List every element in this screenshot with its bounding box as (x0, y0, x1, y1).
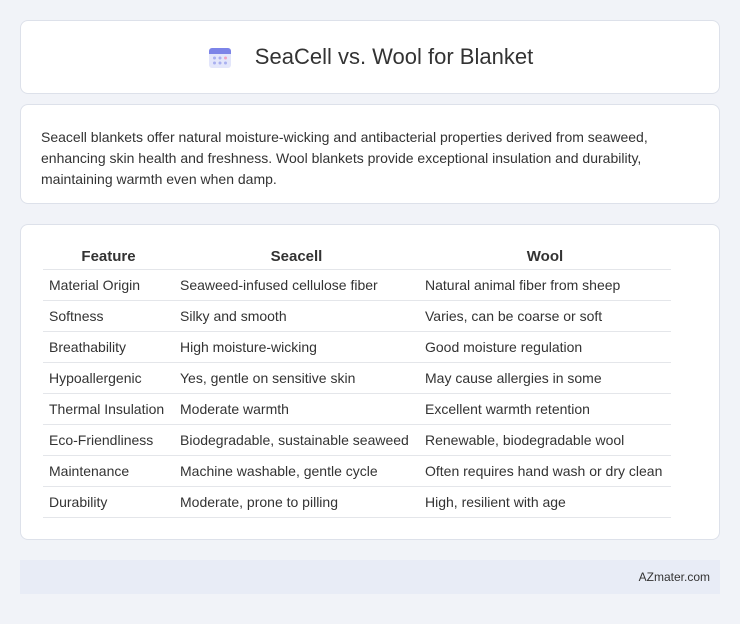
wool-cell: Natural animal fiber from sheep (419, 268, 671, 300)
table-row: Breathability High moisture-wicking Good… (43, 330, 671, 362)
table-row: Thermal Insulation Moderate warmth Excel… (43, 392, 671, 424)
title-card: SeaCell vs. Wool for Blanket (20, 20, 720, 94)
header-wool: Wool (526, 248, 564, 266)
footer-bar: AZmater.com (20, 560, 720, 594)
feature-cell: Softness (43, 299, 174, 331)
seacell-cell: Seaweed-infused cellulose fiber (174, 268, 419, 300)
seacell-cell: Silky and smooth (174, 299, 419, 331)
page-title: SeaCell vs. Wool for Blanket (254, 44, 534, 69)
header-seacell: Seacell (270, 248, 323, 266)
feature-cell: Material Origin (43, 268, 174, 300)
wool-cell: Varies, can be coarse or soft (419, 299, 671, 331)
wool-cell: Excellent warmth retention (419, 392, 671, 424)
feature-cell: Maintenance (43, 454, 174, 486)
seacell-cell: Biodegradable, sustainable seaweed (174, 423, 419, 455)
feature-cell: Hypoallergenic (43, 361, 174, 393)
seacell-cell: Machine washable, gentle cycle (174, 454, 419, 486)
wool-cell: High, resilient with age (419, 485, 671, 518)
comparison-card: Feature Seacell Wool Material Origin Sea… (20, 224, 720, 540)
table-row: Durability Moderate, prone to pilling Hi… (43, 485, 671, 518)
feature-cell: Eco-Friendliness (43, 423, 174, 455)
wool-cell: May cause allergies in some (419, 361, 671, 393)
wool-cell: Often requires hand wash or dry clean (419, 454, 671, 486)
footer-brand: AZmater.com (638, 570, 710, 584)
seacell-cell: High moisture-wicking (174, 330, 419, 362)
seacell-cell: Moderate, prone to pilling (174, 485, 419, 518)
calendar-icon (207, 44, 233, 70)
seacell-cell: Yes, gentle on sensitive skin (174, 361, 419, 393)
table-row: Eco-Friendliness Biodegradable, sustaina… (43, 423, 671, 455)
feature-cell: Breathability (43, 330, 174, 362)
description-text: Seacell blankets offer natural moisture-… (41, 129, 648, 187)
table-row: Softness Silky and smooth Varies, can be… (43, 299, 671, 331)
table-header-row: Feature Seacell Wool (43, 247, 671, 269)
table-row: Hypoallergenic Yes, gentle on sensitive … (43, 361, 671, 393)
feature-cell: Thermal Insulation (43, 392, 174, 424)
comparison-table: Feature Seacell Wool Material Origin Sea… (43, 247, 671, 518)
description-card: Seacell blankets offer natural moisture-… (20, 104, 720, 204)
seacell-cell: Moderate warmth (174, 392, 419, 424)
header-feature: Feature (81, 248, 136, 266)
feature-cell: Durability (43, 485, 174, 518)
wool-cell: Good moisture regulation (419, 330, 671, 362)
wool-cell: Renewable, biodegradable wool (419, 423, 671, 455)
table-row: Maintenance Machine washable, gentle cyc… (43, 454, 671, 486)
table-row: Material Origin Seaweed-infused cellulos… (43, 268, 671, 300)
